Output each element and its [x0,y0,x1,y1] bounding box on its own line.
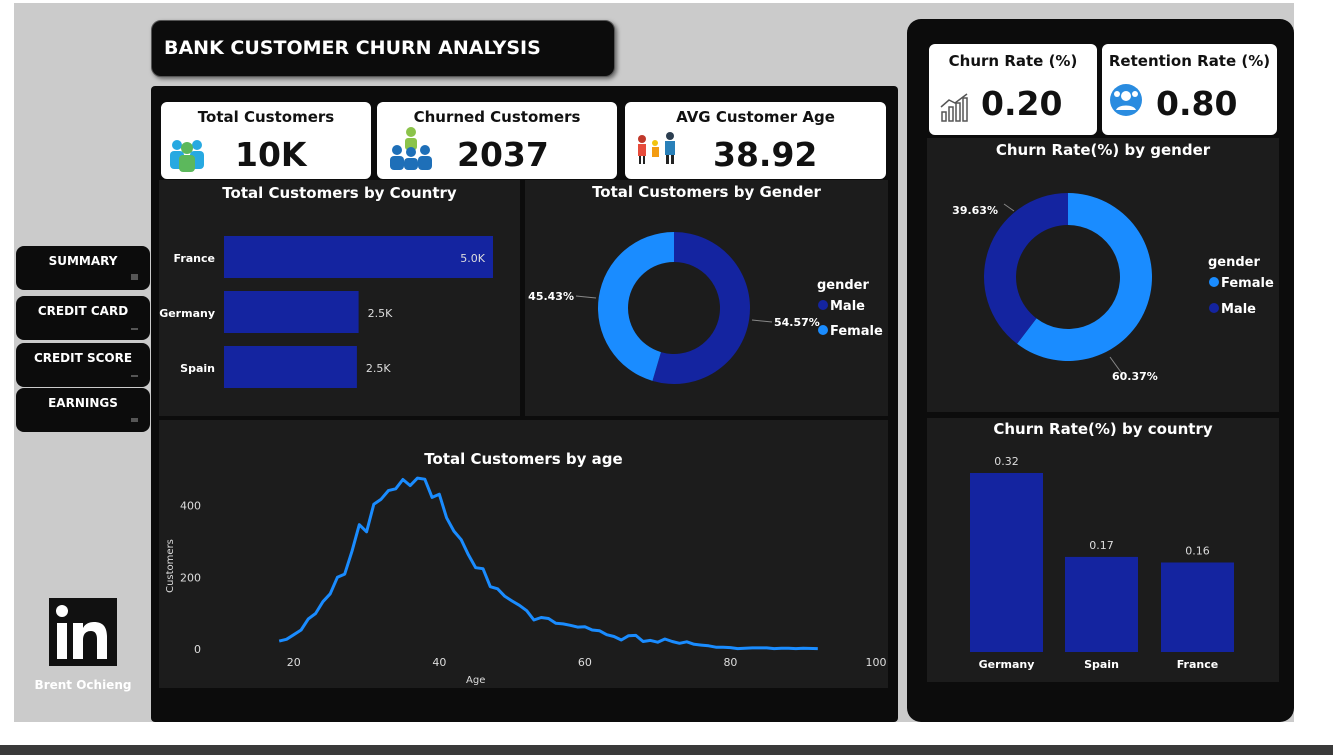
legend-label: Female [1221,276,1274,291]
kpi-label: Retention Rate (%) [1108,52,1271,70]
legend-marker [818,300,828,310]
legend-title: gender [817,278,870,293]
title-box: BANK CUSTOMER CHURN ANALYSIS [151,20,615,77]
card-churn-by-gender: Churn Rate(%) by gender 60.37% 39.63% gend… [927,138,1279,412]
kpi-value: 10K [235,135,307,174]
family-icon [635,129,679,169]
kpi-retention-rate: Retention Rate (%) 0.80 [1100,42,1279,137]
country-tick-label: Germany [159,307,215,320]
country-data-label: 2.5K [366,362,391,375]
legend-marker [1209,303,1219,313]
card-customers-by-gender: Total Customers by Gender 54.57% 45.43% ge… [525,180,888,416]
age-line-chart: 0 200 400 20 40 60 80 100 Age Customers [165,476,887,686]
card-customers-by-age: Total Customers by age 0 200 400 20 40 60 80 10… [159,420,888,688]
page-title: BANK CUSTOMER CHURN ANALYSIS [164,37,541,59]
chart-growth-icon [939,92,971,126]
nav-summary-button[interactable]: SUMMARY [16,246,150,290]
nav-label: EARNINGS [48,396,118,410]
leader-line [751,319,773,323]
nav-indicator [131,418,138,422]
nav-label: CREDIT CARD [37,304,129,318]
nav-credit-card-button[interactable]: CREDIT CARD [16,296,150,340]
x-axis-label: Age [466,675,485,686]
y-tick-label: 200 [180,571,201,584]
gender-data-label: 45.43% [528,290,574,303]
kpi-total-customers: Total Customers 10K [159,100,373,181]
x-tick-label: 100 [866,656,887,669]
legend-title: gender [1208,255,1261,270]
churn-country-bar [970,473,1043,652]
nav-credit-score-button[interactable]: CREDIT SCORE [16,343,150,387]
nav-earnings-button[interactable]: EARNINGS [16,388,150,432]
kpi-value: 2037 [457,135,549,174]
x-tick-label: 80 [723,656,737,669]
y-tick-label: 400 [180,500,201,513]
x-tick-label: 20 [287,656,301,669]
legend-label: Female [830,324,883,339]
gender-data-label: 54.57% [774,316,820,329]
kpi-label: AVG Customer Age [676,108,835,126]
card-churn-by-country: Churn Rate(%) by country 0.32 Germany 0.17… [927,418,1279,682]
kpi-churn-rate: Churn Rate (%) 0.20 [927,42,1099,137]
kpi-value: 0.20 [981,84,1063,123]
churn-country-data-label: 0.16 [1185,545,1210,558]
linkedin-icon[interactable] [49,598,117,666]
nav-label: SUMMARY [48,254,118,268]
kpi-label: Churn Rate (%) [948,52,1078,70]
nav-indicator [131,274,138,280]
legend-marker [818,325,828,335]
kpi-avg-age: AVG Customer Age 38.92 [623,100,888,181]
country-bar-chart: France 5.0K Germany 2.5K Spain 2.5K [159,236,493,388]
churn-country-tick-label: Germany [979,658,1035,671]
gender-donut-chart: 54.57% 45.43% gender Male Female [528,232,883,384]
card-customers-by-country: Total Customers by Country France 5.0K Ger… [159,180,520,416]
country-bar [224,236,493,278]
churn-gender-data-label: 60.37% [1112,370,1158,383]
churn-gender-data-label: 39.63% [952,204,998,217]
country-tick-label: France [174,252,215,265]
churn-country-data-label: 0.17 [1089,539,1114,552]
leader-line [1003,203,1015,212]
nav-indicator [131,375,138,377]
churn-country-tick-label: Spain [1084,658,1119,671]
churn-country-bar-chart: 0.32 Germany 0.17 Spain 0.16 France [970,455,1234,671]
leader-line [575,295,597,299]
country-tick-label: Spain [180,362,215,375]
churn-country-data-label: 0.32 [994,455,1019,468]
kpi-label: Total Customers [197,108,335,126]
churn-gender-donut-chart: 60.37% 39.63% gender Female Male [952,193,1274,383]
legend-marker [1209,277,1219,287]
group-icon [387,124,435,176]
retention-icon [1108,82,1144,122]
kpi-value: 38.92 [713,135,818,174]
y-axis-label: Customers [165,539,176,593]
churn-country-bar [1161,562,1234,652]
country-bar [224,291,359,333]
country-bar [224,346,357,388]
nav-label: CREDIT SCORE [33,351,133,365]
x-tick-label: 60 [578,656,592,669]
churn-country-bar [1065,556,1138,652]
kpi-value: 0.80 [1156,84,1238,123]
author-name: Brent Ochieng [34,678,132,692]
legend-label: Male [830,299,865,314]
country-data-label: 2.5K [368,307,393,320]
country-data-label: 5.0K [460,252,485,265]
x-tick-label: 40 [432,656,446,669]
churn-country-tick-label: France [1177,658,1218,671]
legend-label: Male [1221,302,1256,317]
users-icon [165,136,209,176]
age-series-line [278,476,818,651]
kpi-churned-customers: Churned Customers 2037 [375,100,619,181]
bottom-bar [0,745,1333,755]
y-tick-label: 0 [194,643,201,656]
nav-indicator [131,328,138,330]
